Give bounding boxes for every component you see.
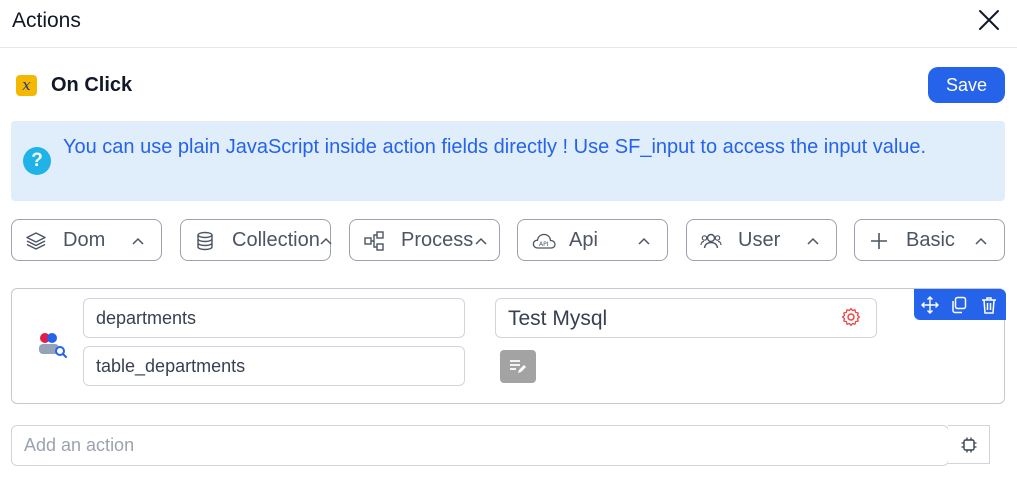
category-label: Process [401,229,474,251]
category-label: Dom [63,229,106,251]
info-text: You can use plain JavaScript inside acti… [63,136,927,158]
close-icon[interactable] [976,7,1002,33]
category-basic-button[interactable]: Basic [854,219,1005,261]
chevron-up-icon [320,237,332,245]
action-toolbar [914,289,1006,320]
category-label: User [738,229,781,251]
collection-name-input[interactable] [83,298,465,338]
category-api-button[interactable]: API Api [517,219,668,261]
info-banner: ? You can use plain JavaScript inside ac… [11,121,1005,201]
chevron-up-icon [475,237,487,245]
category-dom-button[interactable]: Dom [11,219,162,261]
action-card: Test Mysql [11,288,1006,404]
move-icon[interactable] [920,295,940,315]
trigger-label: On Click [51,74,133,96]
cloud-api-icon: API [532,233,556,249]
dialog-title: Actions [12,9,81,32]
category-label: Collection [232,229,320,251]
edit-notes-icon[interactable] [500,350,536,383]
trash-icon[interactable] [979,295,999,315]
category-process-button[interactable]: Process [349,219,500,261]
variable-icon: x [16,75,37,96]
category-label: Api [569,229,598,251]
svg-text:API: API [539,241,549,248]
chip-icon[interactable] [948,425,990,464]
settings-icon[interactable] [841,307,861,327]
category-user-button[interactable]: User [686,219,837,261]
connection-select[interactable]: Test Mysql [495,298,877,338]
dialog-header: Actions [0,0,1017,48]
plus-icon [871,233,887,249]
flow-icon [364,231,384,251]
trigger-row: x On Click Save [0,64,1017,106]
database-query-icon [39,333,67,358]
category-label: Basic [906,229,955,251]
chevron-up-icon [132,237,144,245]
add-action-input[interactable] [11,425,949,466]
connection-label: Test Mysql [508,307,608,330]
database-icon [197,231,213,251]
copy-icon[interactable] [949,295,969,315]
table-name-input[interactable] [83,346,465,386]
users-icon [700,233,722,249]
chevron-up-icon [638,237,650,245]
layers-icon [26,232,46,250]
category-collection-button[interactable]: Collection [180,219,332,261]
save-button[interactable]: Save [928,67,1005,103]
chevron-up-icon [975,237,987,245]
chevron-up-icon [807,237,819,245]
help-icon: ? [23,147,51,175]
